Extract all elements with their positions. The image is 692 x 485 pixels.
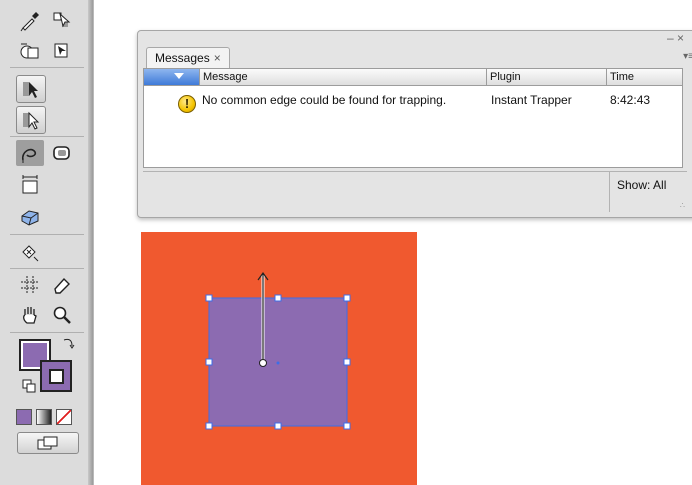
eyedropper-icon [20,12,39,32]
shape-builder-icon [20,43,39,59]
tool-separator [10,136,84,137]
lasso-icon [21,148,37,163]
tool-separator [10,332,84,333]
stroke-swatch-hole [49,369,64,384]
messages-panel: Messages × – × ▾≡ Message Plugin Time ! … [137,30,692,218]
show-filter-menu[interactable]: Show: All [617,178,666,192]
symbol-sprayer-tool[interactable] [16,240,44,266]
stroke-swatch[interactable] [40,360,72,392]
perspective-grid-tool[interactable] [16,204,44,230]
rounded-rectangle-tool[interactable] [48,140,76,166]
rounded-rectangle-icon [53,146,70,160]
eraser-icon [54,277,70,294]
symbol-sprayer-icon [22,245,39,262]
screen-mode-icon [37,436,58,450]
screen-mode-button[interactable] [17,432,79,454]
orange-square-artwork[interactable] [141,232,417,485]
live-paint-bucket-icon [54,43,68,58]
panel-menu-icon[interactable]: ▾≡ [683,51,692,62]
slice-tool[interactable] [16,272,44,298]
tool-separator [10,67,84,68]
artboard-icon [22,175,38,194]
live-paint-selection-tool[interactable] [48,8,76,34]
tools-panel [0,0,94,485]
tool-separator [10,268,84,269]
eyedropper-tool[interactable] [16,8,44,34]
artboard-tool[interactable] [16,172,44,198]
messages-list-header: Message Plugin Time [144,69,682,86]
resize-grip-icon[interactable]: ∴ [680,201,685,210]
tool-separator [10,234,84,235]
hand-tool[interactable] [16,302,44,328]
lasso-tool[interactable] [16,140,44,166]
zoom-tool[interactable] [48,302,76,328]
sort-down-icon [174,73,184,79]
selection-tool[interactable] [16,75,46,103]
table-row[interactable]: No common edge could be found for trappi… [144,91,682,109]
plugin-text: Instant Trapper [491,93,572,107]
column-header-time[interactable]: Time [606,69,682,85]
tab-messages-label: Messages [155,51,210,65]
selection-overlay [205,271,351,430]
tab-messages[interactable]: Messages × [146,47,230,68]
magnifier-icon [53,306,71,324]
direct-selection-icon [23,111,40,130]
column-header-plugin[interactable]: Plugin [486,69,606,85]
live-paint-bucket-tool[interactable] [48,38,76,64]
panel-collapse-icon[interactable]: – × [667,31,684,45]
messages-list: Message Plugin Time ! No common edge cou… [143,68,683,168]
swap-fill-stroke-icon[interactable] [62,336,76,350]
time-text: 8:42:43 [610,93,651,107]
status-divider [609,172,610,212]
message-text: No common edge could be found for trappi… [202,93,447,107]
selection-arrow-icon [23,82,38,98]
center-point [276,361,280,365]
tools-panel-edge [88,0,93,485]
direct-selection-tool[interactable] [16,106,46,134]
slice-icon [21,276,39,294]
messages-status-bar: Show: All ∴ [143,171,687,212]
close-icon[interactable]: × [214,48,221,68]
eraser-tool[interactable] [48,272,76,298]
default-fill-stroke-icon[interactable] [22,379,36,393]
origin-point[interactable] [259,359,267,367]
perspective-grid-icon [21,210,39,226]
live-paint-selection-icon [53,12,71,28]
none-fill-button[interactable] [56,409,72,425]
sort-column-button[interactable] [144,69,199,85]
shape-builder-tool[interactable] [16,38,44,64]
hand-icon [23,307,37,324]
column-header-message[interactable]: Message [199,69,486,85]
color-fill-button[interactable] [16,409,32,425]
color-mode-row [16,409,72,425]
gradient-fill-button[interactable] [36,409,52,425]
